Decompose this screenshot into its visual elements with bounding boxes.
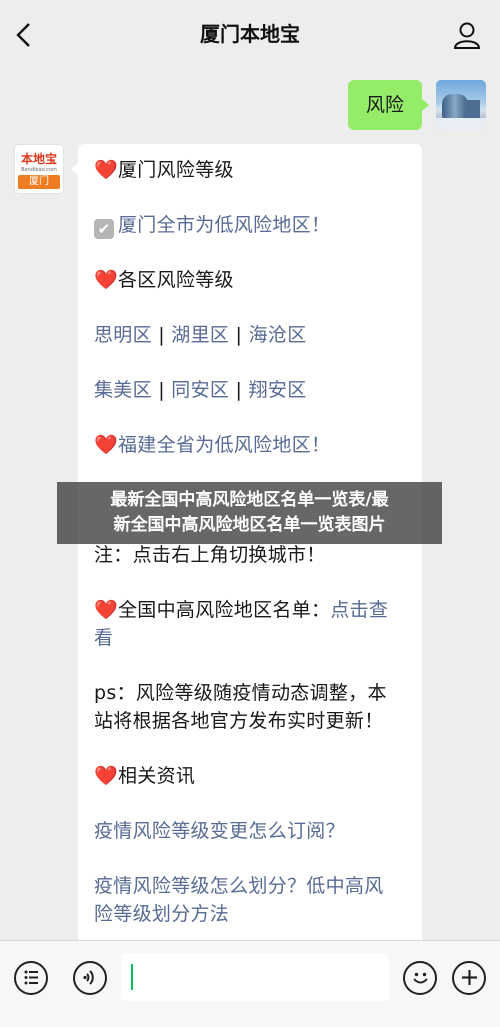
ps-note-line-2: 站将根据各地官方发布实时更新！ xyxy=(94,710,384,732)
caption-line-1: 最新全国中高风险地区名单一览表/最 xyxy=(110,490,389,510)
district-links-row-1: 思明区 | 湖里区 | 海沧区 xyxy=(94,324,307,346)
emoji-button[interactable] xyxy=(403,961,437,995)
profile-button[interactable] xyxy=(452,20,482,50)
fujian-risk-status[interactable]: ❤️福建全省为低风险地区！ xyxy=(94,431,406,459)
district-link-huli[interactable]: 湖里区 xyxy=(171,324,229,346)
voice-button[interactable] xyxy=(73,961,107,995)
caption-overlay: 最新全国中高风险地区名单一览表/最 新全国中高风险地区名单一览表图片 xyxy=(57,482,442,544)
national-list-link-cont[interactable]: 看 xyxy=(94,624,406,652)
heading-district-risk: ❤️各区风险等级 xyxy=(94,266,406,294)
ps-note-line-1: ps：风险等级随疫情动态调整，本 xyxy=(94,682,387,704)
message-input[interactable] xyxy=(121,953,389,1001)
checkbox-icon: ✔ xyxy=(94,219,114,239)
heart-icon: ❤️ xyxy=(94,434,118,456)
district-link-siming[interactable]: 思明区 xyxy=(94,324,152,346)
national-list-line: ❤️全国中高风险地区名单：点击查 xyxy=(94,596,406,624)
district-links-row-2: 集美区 | 同安区 | 翔安区 xyxy=(94,379,307,401)
heart-icon: ❤️ xyxy=(94,159,118,181)
avatar-building xyxy=(442,94,468,118)
news-link-classification-cont[interactable]: 险等级划分方法 xyxy=(94,900,406,928)
switch-city-note: 注：点击右上角切换城市！ xyxy=(94,544,326,566)
bot-avatar[interactable]: 本地宝 Bendibao.com 厦门 xyxy=(14,144,64,194)
user-avatar[interactable] xyxy=(436,80,486,130)
news-link-subscribe[interactable]: 疫情风险等级变更怎么订阅？ xyxy=(94,817,406,845)
avatar-brand: 本地宝 xyxy=(20,152,57,166)
top-bar: 厦门本地宝 xyxy=(0,0,500,68)
person-icon xyxy=(453,22,481,49)
avatar-city: 厦门 xyxy=(18,175,60,189)
heading-related-news: ❤️相关资讯 xyxy=(94,762,406,790)
user-message-bubble[interactable]: 风险 xyxy=(347,80,430,130)
heart-icon: ❤️ xyxy=(94,765,118,787)
smiley-icon xyxy=(412,972,428,984)
text-cursor xyxy=(131,964,133,990)
input-bar xyxy=(0,940,500,1027)
plus-button[interactable] xyxy=(452,961,486,995)
voice-icon xyxy=(82,970,94,985)
plus-icon xyxy=(461,970,477,985)
xiamen-risk-status[interactable]: ✔ 厦门全市为低风险地区！ xyxy=(94,211,406,239)
news-link-classification[interactable]: 疫情风险等级怎么划分？低中高风 xyxy=(94,872,406,900)
district-link-haicang[interactable]: 海沧区 xyxy=(249,324,307,346)
district-link-xiangan[interactable]: 翔安区 xyxy=(249,379,307,401)
heart-icon: ❤️ xyxy=(94,599,118,621)
district-link-tongan[interactable]: 同安区 xyxy=(171,379,229,401)
heart-icon: ❤️ xyxy=(94,269,118,291)
national-list-link[interactable]: 点击查 xyxy=(330,599,388,621)
heading-xiamen-risk: ❤️厦门风险等级 xyxy=(94,156,406,184)
list-icon xyxy=(24,970,38,985)
avatar-url: Bendibao.com xyxy=(21,167,57,173)
menu-button[interactable] xyxy=(14,961,48,995)
avatar-building-small xyxy=(466,100,480,118)
district-link-jimei[interactable]: 集美区 xyxy=(94,379,152,401)
caption-line-2: 新全国中高风险地区名单一览表图片 xyxy=(113,515,386,535)
avatar-ground xyxy=(436,118,486,130)
chat-title: 厦门本地宝 xyxy=(200,22,300,46)
